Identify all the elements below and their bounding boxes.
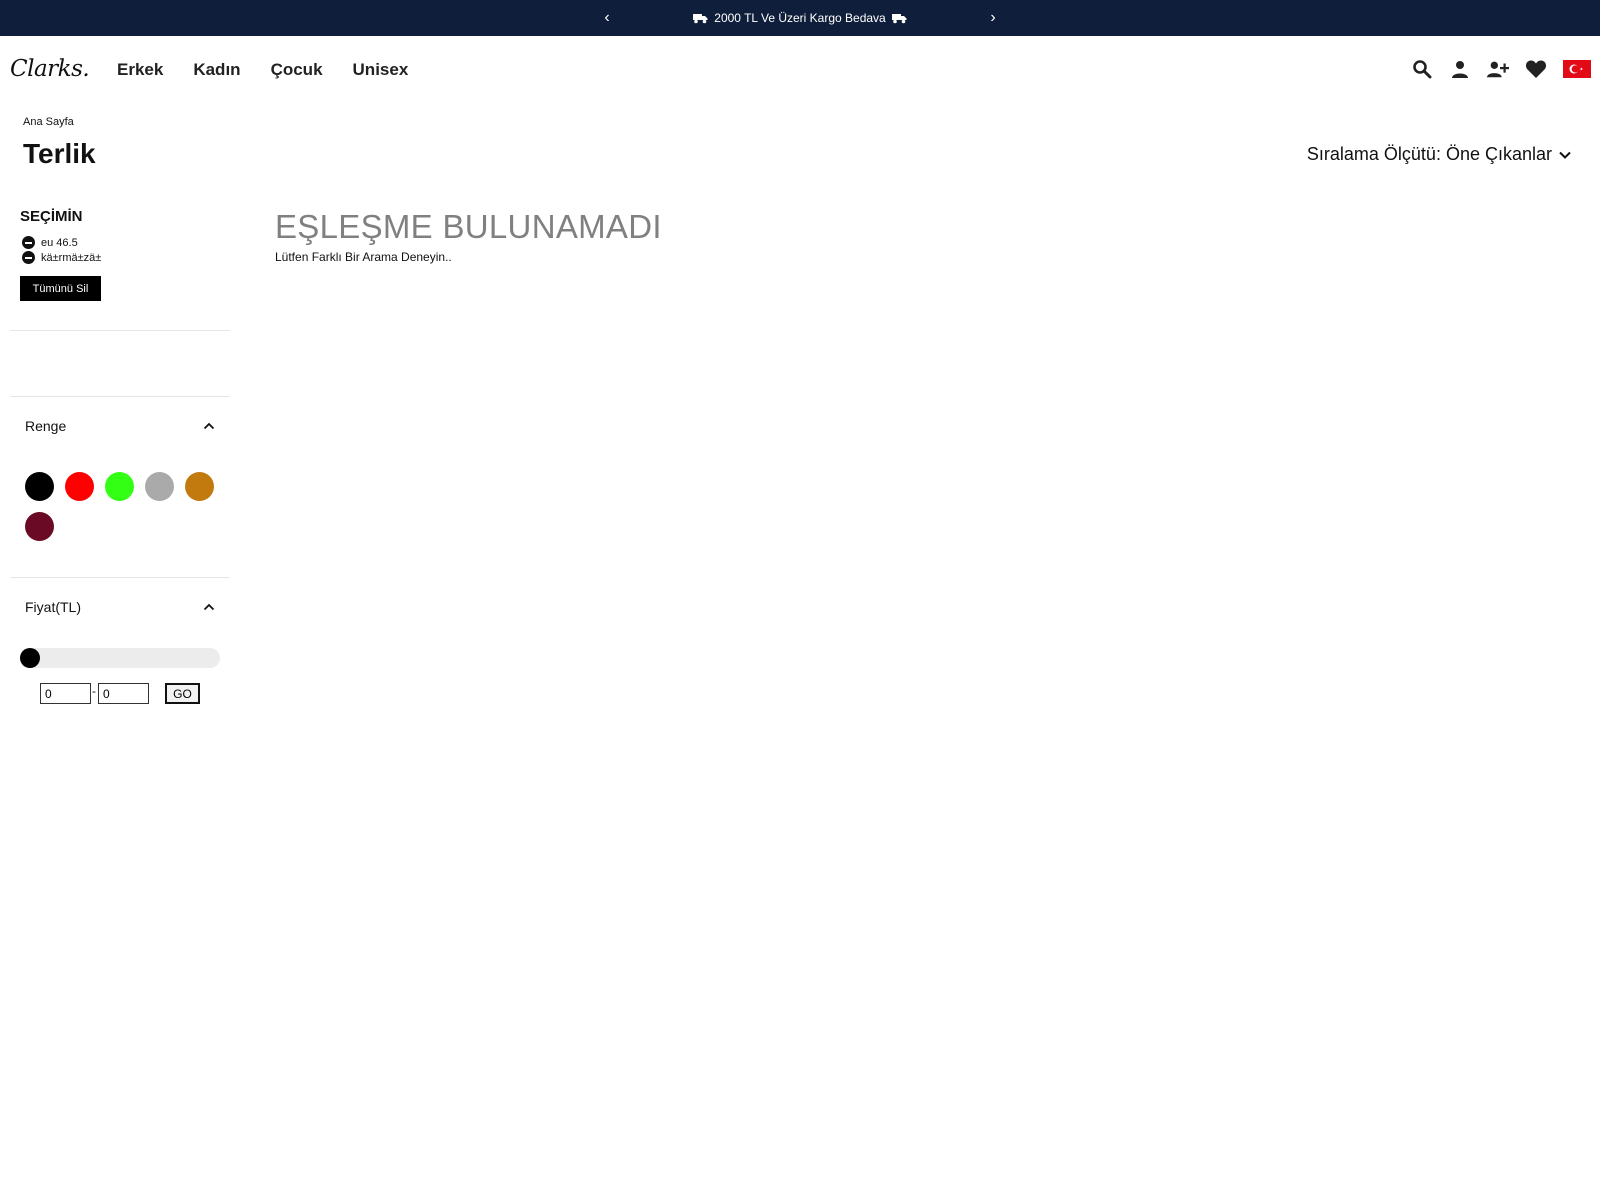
- divider: [10, 396, 230, 397]
- register-icon[interactable]: [1487, 58, 1509, 80]
- nav-item-kadin[interactable]: Kadın: [193, 60, 240, 80]
- selection-chip[interactable]: kä±rmä±zä±: [22, 251, 101, 264]
- sort-dropdown[interactable]: Sıralama Ölçütü: Öne Çıkanlar: [1307, 144, 1572, 165]
- no-results-subtitle: Lütfen Farklı Bir Arama Deneyin..: [275, 250, 452, 264]
- selection-chip[interactable]: eu 46.5: [22, 236, 78, 249]
- color-filter-title: Renge: [25, 418, 67, 434]
- search-icon[interactable]: [1411, 58, 1433, 80]
- color-swatch-green[interactable]: [105, 472, 134, 501]
- color-swatch-grey[interactable]: [145, 472, 174, 501]
- truck-icon: [891, 13, 907, 23]
- price-filter-header[interactable]: Fiyat(TL): [25, 599, 215, 615]
- clear-all-button[interactable]: Tümünü Sil: [20, 276, 101, 301]
- price-range-slider[interactable]: [20, 648, 220, 668]
- color-filter-header[interactable]: Renge: [25, 418, 215, 434]
- main-nav: Erkek Kadın Çocuk Unisex: [117, 60, 408, 80]
- color-swatch-red[interactable]: [65, 472, 94, 501]
- remove-filter-icon[interactable]: [22, 251, 35, 264]
- price-filter-title: Fiyat(TL): [25, 599, 81, 615]
- divider: [10, 577, 230, 578]
- color-swatch-brown[interactable]: [185, 472, 214, 501]
- turkey-flag-icon[interactable]: [1563, 60, 1591, 78]
- announcement-text: 2000 TL Ve Üzeri Kargo Bedava: [714, 11, 886, 25]
- announcement-message: 2000 TL Ve Üzeri Kargo Bedava: [0, 0, 1600, 36]
- color-swatch-black[interactable]: [25, 472, 54, 501]
- announcement-bar: ‹ 2000 TL Ve Üzeri Kargo Bedava ›: [0, 0, 1600, 36]
- selection-chip-label: kä±rmä±zä±: [41, 251, 102, 264]
- site-header: Clarks. Erkek Kadın Çocuk Unisex: [0, 36, 1600, 106]
- nav-item-unisex[interactable]: Unisex: [353, 60, 409, 80]
- breadcrumb[interactable]: Ana Sayfa: [23, 116, 74, 128]
- price-max-input[interactable]: [98, 683, 149, 704]
- price-slider-handle[interactable]: [20, 648, 40, 668]
- chevron-down-icon: [1559, 151, 1571, 159]
- wishlist-icon[interactable]: [1525, 58, 1547, 80]
- page-title: Terlik: [23, 138, 96, 169]
- announcement-next-button[interactable]: ›: [981, 0, 1005, 36]
- price-go-button[interactable]: GO: [165, 683, 200, 704]
- account-icon[interactable]: [1449, 58, 1471, 80]
- nav-item-cocuk[interactable]: Çocuk: [271, 60, 323, 80]
- selection-heading: SEÇİMİN: [20, 208, 83, 225]
- chevron-up-icon[interactable]: [203, 422, 215, 430]
- selection-chip-label: eu 46.5: [41, 236, 78, 249]
- no-results-title: EŞLEŞME BULUNAMADI: [275, 208, 662, 245]
- sort-label: Sıralama Ölçütü: Öne Çıkanlar: [1306, 144, 1552, 164]
- nav-item-erkek[interactable]: Erkek: [117, 60, 163, 80]
- header-icons: [1411, 58, 1591, 80]
- chevron-up-icon[interactable]: [203, 603, 215, 611]
- divider: [10, 330, 230, 331]
- price-min-input[interactable]: [40, 683, 91, 704]
- price-separator: -: [92, 684, 96, 698]
- remove-filter-icon[interactable]: [22, 236, 35, 249]
- color-swatch-burgundy[interactable]: [25, 512, 54, 541]
- truck-icon: [693, 13, 708, 23]
- clarks-logo[interactable]: Clarks.: [10, 56, 90, 82]
